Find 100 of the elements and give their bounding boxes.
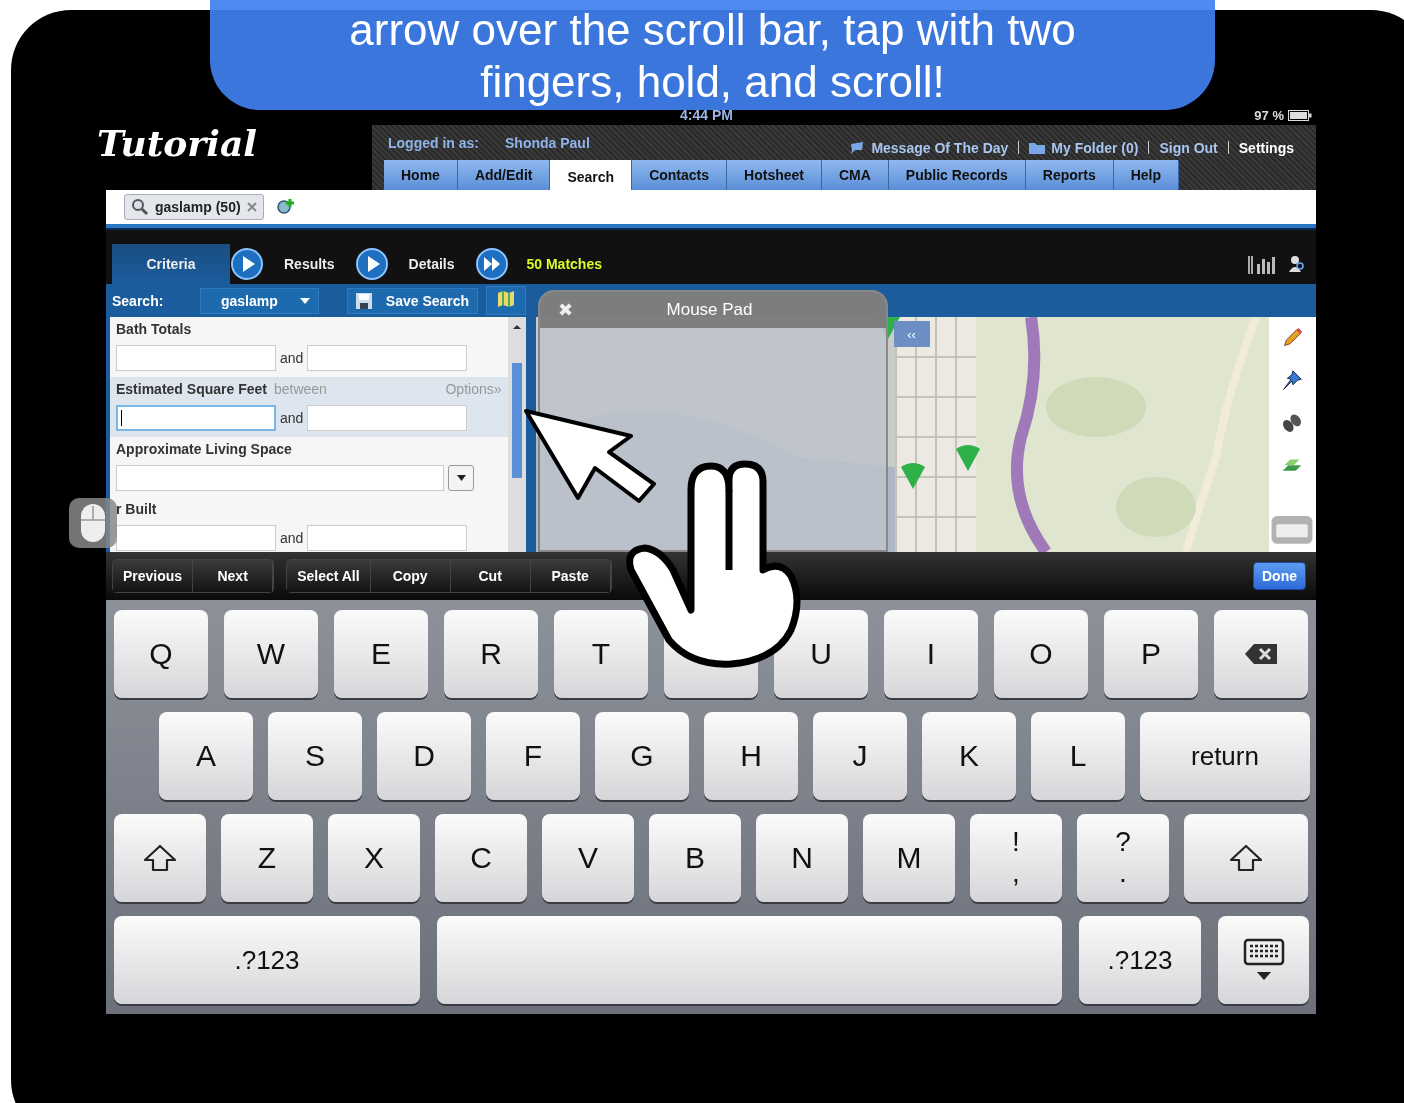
search-tab-label: gaslamp (50) [155,199,241,215]
panel-title: Mouse Pad [666,300,753,320]
fast-forward-icon[interactable] [474,247,509,281]
keyboard-key[interactable]: X [328,814,420,902]
play-icon[interactable] [230,247,264,281]
keyboard-key[interactable]: ? . [1077,814,1169,902]
pushpin-icon[interactable] [1280,369,1305,392]
caret-icon [299,297,310,304]
keyboard-key[interactable]: D [377,712,471,800]
banner-text: fingers, hold, and scroll! [480,56,945,108]
keyboard-key[interactable]: .?123 [114,916,420,1004]
done-button[interactable]: Done [1253,562,1306,590]
input-field[interactable] [116,525,276,551]
step-tab[interactable]: Details [388,244,475,284]
nav-tab[interactable]: Contacts [632,160,728,190]
status-time: 4:44 PM [680,107,733,123]
keyboard-key[interactable]: M [863,814,955,902]
bar-chart-icon[interactable] [1248,254,1276,274]
close-icon[interactable] [246,202,257,212]
header-link[interactable]: Settings [1238,139,1294,156]
shift-key[interactable] [114,814,206,902]
keyboard-key[interactable]: O [994,610,1088,698]
toolbar-button[interactable]: Paste [530,560,611,592]
nav-tab[interactable]: Search [550,160,633,190]
keyboard-key[interactable]: N [756,814,848,902]
keyboard-key[interactable]: T [554,610,648,698]
hide-keyboard-key[interactable] [1218,916,1309,1004]
keyboard-key[interactable]: .?123 [1079,916,1201,1004]
keyboard-key[interactable]: C [435,814,527,902]
keyboard-key[interactable]: B [649,814,741,902]
toolbar-button[interactable]: Copy [370,560,451,592]
criteria-label: Estimated Square Feet [116,381,267,397]
nav-tab[interactable]: Public Records [888,160,1026,190]
keyboard-key[interactable]: Q [114,610,208,698]
battery-percent: 97 % [1254,107,1284,123]
keyboard-key[interactable]: H [704,712,798,800]
keyboard-key[interactable]: K [922,712,1016,800]
keyboard-key[interactable]: I [884,610,978,698]
keyboard-key[interactable]: U [774,610,868,698]
nav-tab[interactable]: Hotsheet [727,160,822,190]
close-button[interactable]: ✖ [551,298,579,322]
and-label: and [280,410,304,426]
keyboard-key[interactable]: P [1104,610,1198,698]
dropdown-button[interactable] [448,465,474,491]
keyboard-key[interactable]: W [224,610,318,698]
criteria-label: r Built [116,501,157,517]
mouse-icon[interactable] [69,498,117,548]
step-tab[interactable]: Criteria [112,244,230,284]
nav-tab[interactable]: Add/Edit [457,160,551,190]
keyboard-key[interactable]: L [1031,712,1125,800]
header-link[interactable]: My Folder (0) [1051,139,1139,156]
search-label: Search: [112,292,165,309]
backspace-key[interactable] [1214,610,1308,698]
person-search-icon[interactable] [1286,254,1306,274]
keyboard-key[interactable]: ! , [970,814,1062,902]
and-label: and [280,530,304,546]
toolbar-button[interactable]: Select All [287,560,371,592]
match-count: 50 Matches [526,256,602,272]
nav-tab[interactable]: Home [384,160,458,190]
caret-icon [456,475,466,481]
step-tab[interactable]: Results [264,244,355,284]
header-link[interactable]: Message Of The Day [871,139,1009,156]
toolbar-button[interactable]: Previous [113,560,194,592]
keyboard-key[interactable]: E [334,610,428,698]
dropdown-field[interactable] [116,465,444,491]
nav-tab[interactable]: Reports [1025,160,1114,190]
search-icon [131,198,149,216]
and-label: and [280,350,304,366]
input-field[interactable] [116,405,276,431]
input-field[interactable] [307,525,468,551]
keyboard-key[interactable]: return [1140,712,1310,800]
toolbar-button[interactable]: Next [193,560,274,592]
nav-tab[interactable]: Help [1113,160,1180,190]
fast-forward-icon[interactable] [354,247,389,281]
keyboard-key[interactable]: Z [221,814,313,902]
arrow-cursor-icon [523,408,657,504]
keyboard-key[interactable]: R [444,610,538,698]
scroll-thumb[interactable] [511,363,522,478]
banner-text: arrow over the scroll bar, tap with two [349,4,1076,56]
keyboard-key[interactable]: F [486,712,580,800]
keyboard-key[interactable]: A [159,712,253,800]
keyboard-down-icon [1242,938,1285,982]
map-toggle-button[interactable] [486,286,527,315]
saved-search-tab[interactable]: gaslamp (50) [124,194,264,220]
input-field[interactable] [307,345,468,371]
save-search-button[interactable]: Save Search [346,287,479,314]
header-link[interactable]: Sign Out [1159,139,1218,156]
map-icon [497,290,516,308]
nav-tab[interactable]: CMA [821,160,889,190]
input-field[interactable] [116,345,276,371]
criteria-label: Approximate Living Space [116,441,292,457]
saved-search-dropdown[interactable]: gaslamp [200,287,319,314]
keyboard-key[interactable]: S [268,712,362,800]
logged-in-label: Logged in as: [388,134,479,151]
toolbar-button[interactable]: Cut [450,560,531,592]
input-field[interactable] [307,405,468,431]
keyboard-key[interactable]: V [542,814,634,902]
keyboard-key[interactable]: J [813,712,907,800]
keyboard-key[interactable]: G [595,712,689,800]
shift-icon [1229,844,1263,872]
